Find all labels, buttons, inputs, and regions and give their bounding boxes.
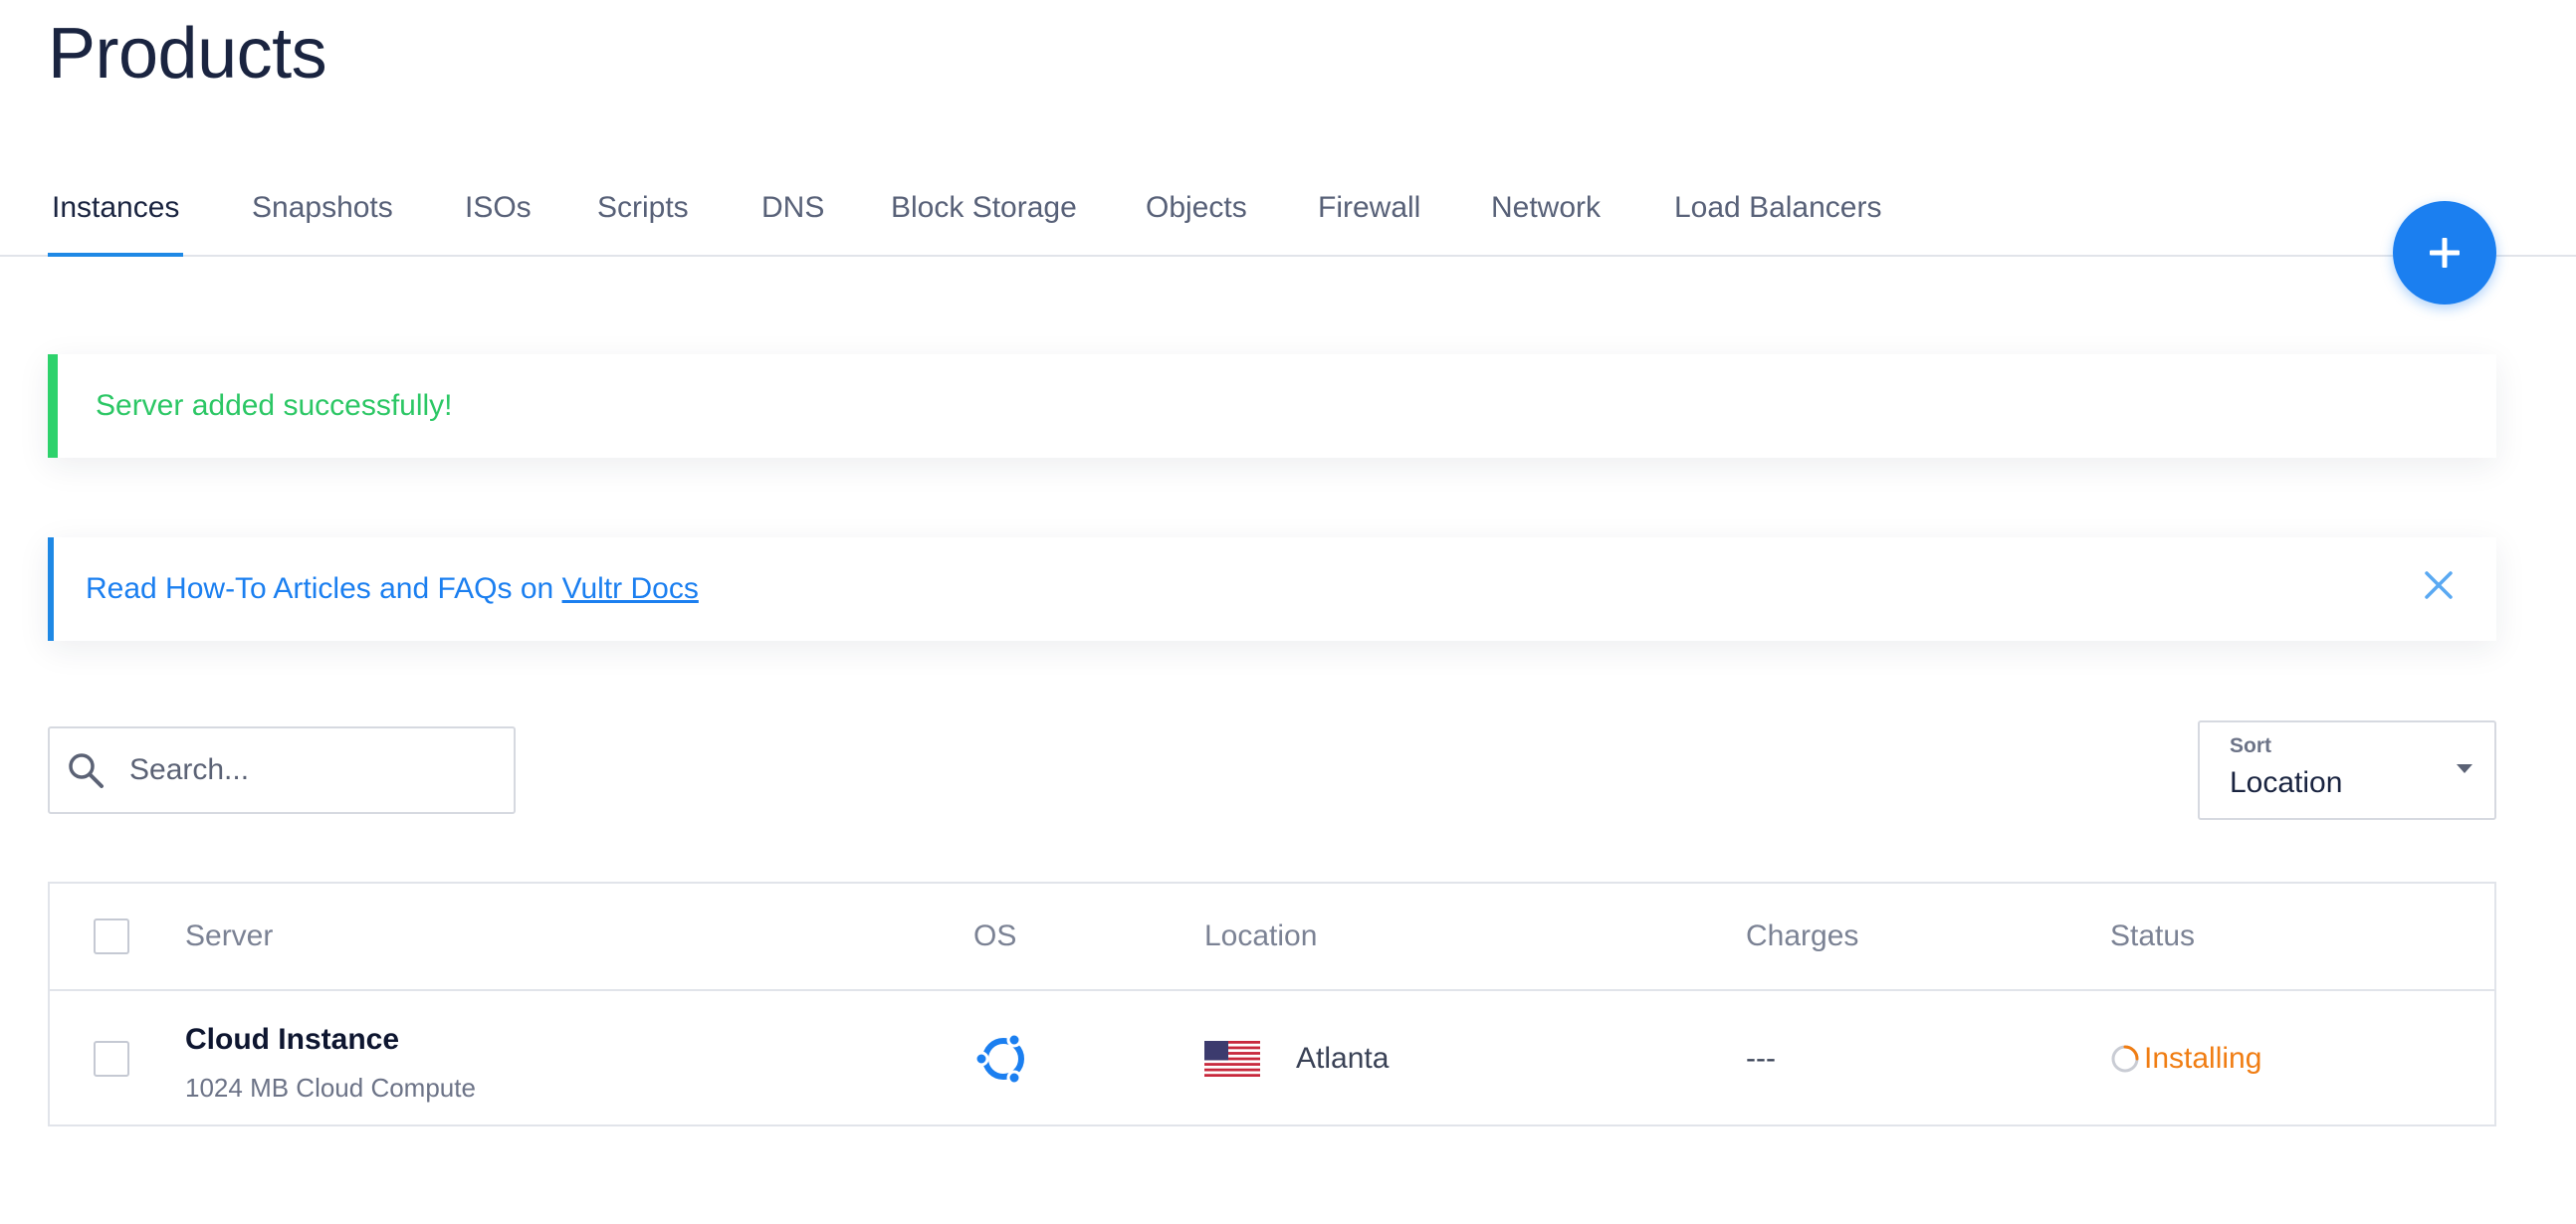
server-name[interactable]: Cloud Instance [185, 1023, 399, 1057]
sort-label: Sort [2230, 734, 2271, 757]
status-text: Installing [2144, 1042, 2262, 1075]
row-checkbox[interactable] [94, 1041, 129, 1077]
tab-block-storage[interactable]: Block Storage [891, 179, 1077, 255]
column-header-location[interactable]: Location [1204, 884, 1317, 989]
server-plan: 1024 MB Cloud Compute [185, 1073, 476, 1103]
page-title: Products [48, 14, 327, 94]
tab-isos[interactable]: ISOs [465, 179, 532, 255]
us-flag-icon [1204, 1041, 1260, 1077]
tab-load-balancers[interactable]: Load Balancers [1674, 179, 1881, 255]
column-header-os[interactable]: OS [973, 884, 1016, 989]
product-tabs: Instances Snapshots ISOs Scripts DNS Blo… [0, 179, 2576, 257]
plus-icon [2430, 238, 2460, 268]
column-header-server[interactable]: Server [185, 884, 273, 989]
tab-firewall[interactable]: Firewall [1318, 179, 1420, 255]
vultr-docs-link[interactable]: Vultr Docs [562, 572, 699, 605]
tab-network[interactable]: Network [1491, 179, 1601, 255]
table-row[interactable]: Cloud Instance 1024 MB Cloud Compute Atl… [50, 991, 2494, 1124]
tab-dns[interactable]: DNS [761, 179, 824, 255]
column-header-status[interactable]: Status [2110, 884, 2195, 989]
sort-select[interactable]: Sort Location [2198, 720, 2496, 820]
docs-alert-text: Read How-To Articles and FAQs on Vultr D… [86, 537, 699, 641]
charges-text: --- [1746, 1042, 1776, 1075]
select-all-checkbox[interactable] [94, 918, 129, 954]
close-icon[interactable] [2423, 569, 2455, 601]
caret-down-icon [2457, 764, 2472, 773]
docs-alert: Read How-To Articles and FAQs on Vultr D… [48, 537, 2496, 641]
sort-value: Location [2230, 766, 2343, 799]
search-icon [69, 753, 104, 788]
tab-objects[interactable]: Objects [1146, 179, 1247, 255]
success-alert-text: Server added successfully! [96, 389, 453, 422]
ubuntu-icon [973, 1032, 1024, 1086]
add-product-button[interactable] [2393, 201, 2496, 305]
tab-snapshots[interactable]: Snapshots [252, 179, 393, 255]
instances-table: Server OS Location Charges Status Cloud … [48, 882, 2496, 1126]
table-header: Server OS Location Charges Status [50, 884, 2494, 991]
success-alert: Server added successfully! [48, 354, 2496, 458]
loading-spinner-icon [2111, 1045, 2139, 1073]
column-header-charges[interactable]: Charges [1746, 884, 1858, 989]
status-cell: Installing [2110, 991, 2261, 1126]
search-input[interactable] [129, 728, 498, 812]
tab-instances[interactable]: Instances [47, 179, 184, 257]
location-text: Atlanta [1296, 1042, 1390, 1075]
search-box [48, 726, 516, 814]
docs-alert-prefix: Read How-To Articles and FAQs on [86, 572, 554, 605]
page: Products Instances Snapshots ISOs Script… [0, 0, 2576, 1224]
tab-scripts[interactable]: Scripts [597, 179, 689, 255]
